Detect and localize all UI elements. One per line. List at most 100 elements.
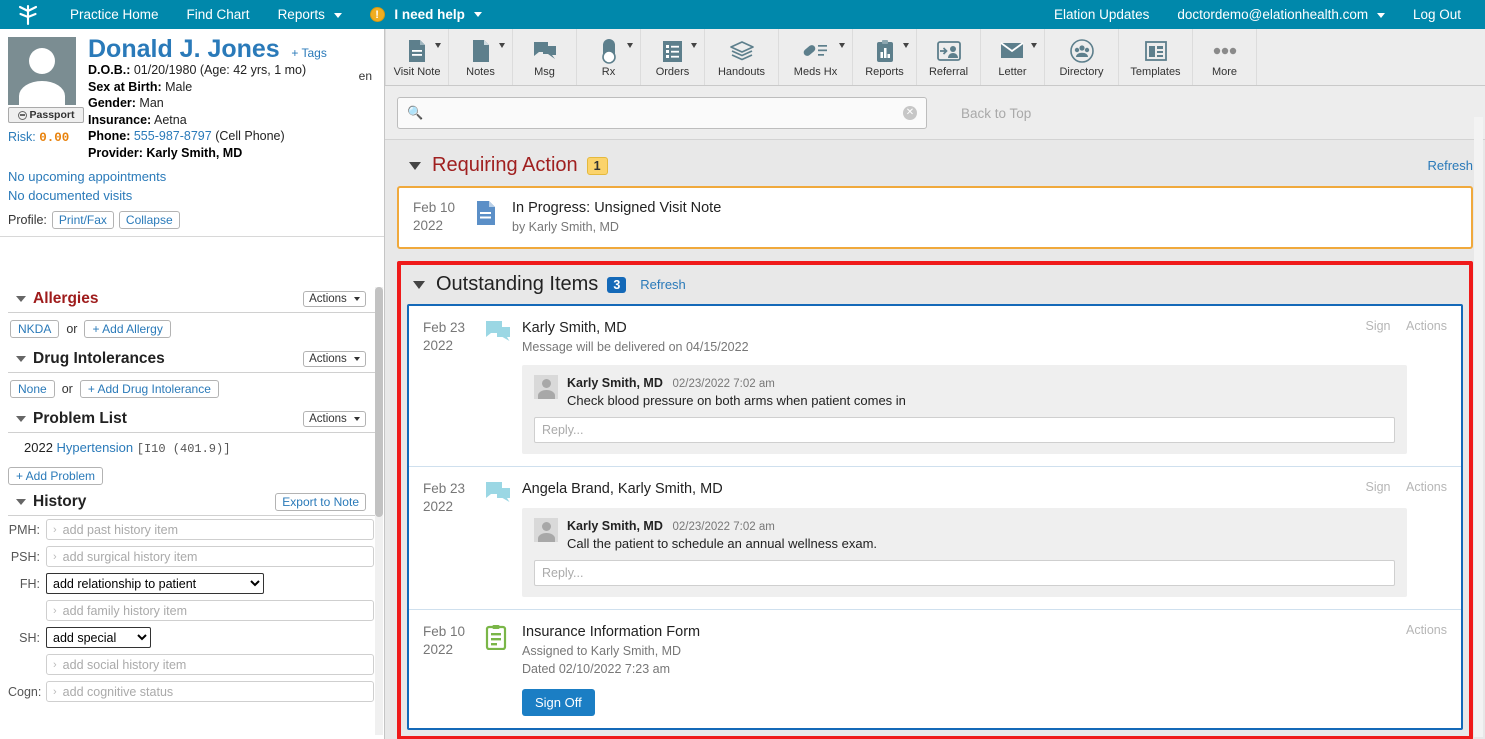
search-field-wrapper[interactable]: 🔍 ✕ [397, 97, 927, 129]
toolbar-msg[interactable]: Msg [513, 29, 577, 85]
clear-icon[interactable]: ✕ [903, 106, 917, 120]
requiring-action-title: Requiring Action [432, 154, 578, 177]
collapse-triangle-icon[interactable] [16, 416, 26, 422]
documented-visits-link[interactable]: No documented visits [8, 186, 374, 205]
patient-photo-column: Passport Risk: 0.00 [8, 37, 84, 161]
back-to-top-link[interactable]: Back to Top [961, 106, 1031, 121]
reply-input[interactable]: Reply... [534, 417, 1395, 443]
item-subtitle: Message will be delivered on 04/15/2022 [522, 338, 1447, 356]
toolbar-rx[interactable]: Rx [577, 29, 641, 85]
outstanding-items-refresh-link[interactable]: Refresh [640, 277, 686, 292]
patient-language: en [359, 69, 372, 83]
phone-value-link[interactable]: 555-987-8797 [134, 129, 212, 143]
problem-list-section-header: Problem List Actions [8, 404, 376, 433]
collapse-triangle-icon[interactable] [16, 356, 26, 362]
print-fax-button[interactable]: Print/Fax [52, 211, 114, 229]
sign-link[interactable]: Sign [1365, 480, 1390, 494]
fh-relationship-select[interactable]: add relationship to patient [46, 573, 264, 594]
sidebar-scrollbar[interactable] [375, 287, 383, 735]
cognitive-status-input[interactable]: › add cognitive status [46, 681, 374, 702]
actions-link[interactable]: Actions [1406, 480, 1447, 494]
item-action-links: Sign Actions [1353, 319, 1447, 333]
nav-i-need-help[interactable]: ! I need help [356, 7, 496, 23]
collapse-triangle-icon[interactable] [413, 281, 425, 289]
toolbar-more[interactable]: More [1193, 29, 1257, 85]
list-item[interactable]: Feb 10 2022 Insurance Information Form [409, 610, 1461, 728]
list-item[interactable]: Feb 23 2022 Karly Smith, MD Message will… [409, 306, 1461, 467]
nav-reports[interactable]: Reports [264, 7, 356, 22]
family-history-input[interactable]: › add family history item [46, 600, 374, 621]
add-allergy-button[interactable]: + Add Allergy [84, 320, 170, 338]
nav-help-label: I need help [394, 7, 465, 22]
history-row-social-item: › add social history item [0, 651, 384, 678]
toolbar-templates[interactable]: Templates [1119, 29, 1193, 85]
toolbar-referral[interactable]: Referral [917, 29, 981, 85]
allergies-actions-button[interactable]: Actions [303, 291, 366, 307]
nav-log-out[interactable]: Log Out [1399, 7, 1475, 22]
toolbar-orders[interactable]: Orders [641, 29, 705, 85]
add-drug-intolerance-button[interactable]: + Add Drug Intolerance [80, 380, 219, 398]
cogn-label: Cogn: [8, 685, 46, 699]
requiring-action-refresh-link[interactable]: Refresh [1427, 158, 1473, 173]
toolbar-reports-label: Reports [865, 66, 904, 78]
export-to-note-button[interactable]: Export to Note [275, 493, 366, 511]
main-scrollbar[interactable] [1474, 117, 1483, 737]
scrollbar-thumb[interactable] [375, 287, 383, 517]
toolbar-meds-hx[interactable]: Meds Hx [779, 29, 853, 85]
page-title[interactable]: Donald J. Jones [88, 37, 280, 62]
sign-off-button[interactable]: Sign Off [522, 689, 595, 716]
cognitive-status-placeholder: add cognitive status [63, 685, 174, 699]
history-section-header: History Export to Note [8, 487, 376, 516]
item-action-links: Sign Actions [1353, 480, 1447, 494]
nav-practice-home[interactable]: Practice Home [56, 7, 173, 22]
add-tags-link[interactable]: + Tags [291, 46, 326, 60]
drug-intolerances-actions-button[interactable]: Actions [303, 351, 366, 367]
sign-link[interactable]: Sign [1365, 319, 1390, 333]
collapse-triangle-icon[interactable] [16, 296, 26, 302]
toolbar-visit-note[interactable]: Visit Note [385, 29, 449, 85]
psh-label: PSH: [8, 550, 46, 564]
problem-name-link[interactable]: Hypertension [57, 440, 134, 455]
upcoming-appointments-link[interactable]: No upcoming appointments [8, 167, 374, 186]
toolbar-msg-label: Msg [534, 66, 555, 78]
reply-input[interactable]: Reply... [534, 560, 1395, 586]
toolbar-handouts[interactable]: Handouts [705, 29, 779, 85]
problem-list-actions-button[interactable]: Actions [303, 411, 366, 427]
psh-input[interactable]: › add surgical history item [46, 546, 374, 567]
elation-logo-icon[interactable] [0, 3, 56, 27]
message-header: Karly Smith, MD 02/23/2022 7:02 am Check… [534, 375, 1395, 408]
add-problem-button[interactable]: + Add Problem [8, 467, 103, 485]
sh-special-select[interactable]: add special [46, 627, 151, 648]
nav-user-account[interactable]: doctordemo@elationhealth.com [1163, 7, 1399, 22]
actions-link[interactable]: Actions [1406, 623, 1447, 637]
search-input[interactable] [429, 105, 903, 122]
avatar [534, 375, 558, 399]
toolbar-reports[interactable]: Reports [853, 29, 917, 85]
patient-info: Donald J. Jones + Tags en D.O.B.: 01/20/… [84, 37, 374, 161]
none-button[interactable]: None [10, 380, 55, 398]
toolbar-directory[interactable]: Directory [1045, 29, 1119, 85]
nav-elation-updates[interactable]: Elation Updates [1040, 7, 1163, 22]
outstanding-items-list: Feb 23 2022 Karly Smith, MD Message will… [407, 304, 1463, 730]
item-content: Angela Brand, Karly Smith, MD Karly Smit… [522, 480, 1447, 597]
sex-label: Sex at Birth: [88, 80, 162, 94]
pmh-input[interactable]: › add past history item [46, 519, 374, 540]
family-history-placeholder: add family history item [63, 604, 187, 618]
toolbar-directory-label: Directory [1059, 66, 1103, 78]
profile-row: Profile: Print/Fax Collapse [0, 205, 384, 237]
collapse-button[interactable]: Collapse [119, 211, 180, 229]
list-item[interactable]: Feb 23 2022 Angela Brand, Karly Smith, M… [409, 467, 1461, 610]
nkda-button[interactable]: NKDA [10, 320, 59, 338]
document-icon [475, 200, 497, 226]
toolbar-letter[interactable]: Letter [981, 29, 1045, 85]
social-history-input[interactable]: › add social history item [46, 654, 374, 675]
actions-link[interactable]: Actions [1406, 319, 1447, 333]
nav-find-chart[interactable]: Find Chart [173, 7, 264, 22]
toolbar-notes[interactable]: Notes [449, 29, 513, 85]
collapse-triangle-icon[interactable] [16, 499, 26, 505]
risk-label: Risk: [8, 130, 36, 144]
message-text: Check blood pressure on both arms when p… [567, 393, 906, 408]
requiring-action-item[interactable]: Feb 10 2022 In Progress: Unsigned Visit … [397, 186, 1473, 249]
passport-badge[interactable]: Passport [8, 107, 84, 123]
collapse-triangle-icon[interactable] [409, 162, 421, 170]
